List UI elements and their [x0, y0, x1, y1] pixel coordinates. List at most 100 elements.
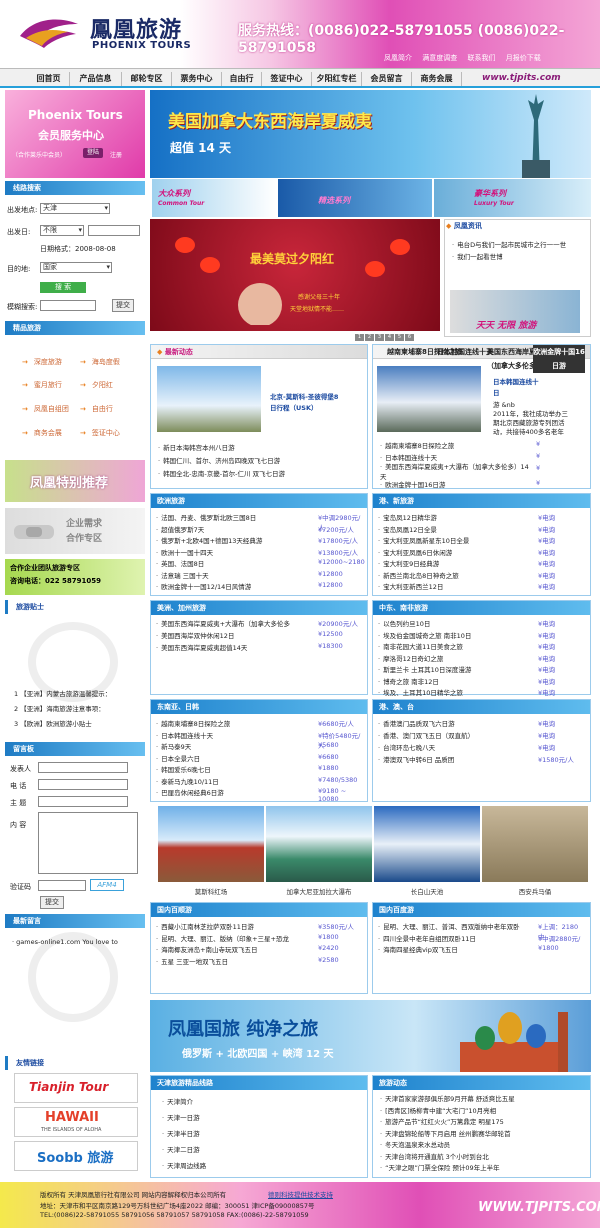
moscow-photo[interactable]: [157, 366, 261, 432]
series-luxury[interactable]: [434, 179, 591, 217]
domestic2-item[interactable]: 昆明、大理、丽江、普洱、西双版纳中老年双卧: [378, 921, 533, 931]
photo-changbai[interactable]: [374, 806, 480, 882]
top-link-about[interactable]: 凤凰简介: [384, 54, 412, 62]
china-item[interactable]: 斯里兰卡 土耳其10日深度漫游: [378, 664, 533, 674]
guest-name-input[interactable]: [38, 762, 128, 773]
sea-item[interactable]: 日本韩国连线十天: [156, 730, 316, 740]
europe-item[interactable]: 欧洲十一国十四天: [156, 547, 316, 557]
tip-item[interactable]: 3 【欧洲】欧洲旅游小贴士: [14, 718, 92, 728]
tour-link-business[interactable]: → 商务会展: [22, 428, 62, 438]
photo-red-square[interactable]: [158, 806, 264, 882]
fuzzy-search-input[interactable]: [40, 300, 96, 311]
dest-select[interactable]: 国家: [40, 262, 112, 273]
domestic2-item[interactable]: 四川全景中老年自组团双卧11日: [378, 933, 533, 943]
news2-item[interactable]: 旅游产品节“红红火火”万篱鼎定 明星175: [380, 1116, 585, 1126]
pager-2[interactable]: 2: [365, 334, 374, 341]
pager-4[interactable]: 4: [385, 334, 394, 341]
news2-item[interactable]: 天津台湾将开通直航 3个小时到台北: [380, 1151, 585, 1161]
europe-item[interactable]: 英国、法国8日: [156, 558, 316, 568]
tour-link-group[interactable]: → 凤凰自组团: [22, 404, 69, 414]
nav-business[interactable]: 商务会展: [412, 72, 462, 86]
tab-route-title[interactable]: 日本韩国连线十: [493, 376, 539, 386]
america-item[interactable]: 美国东西海岸夏威夷超值14天: [156, 642, 316, 652]
domestic-item[interactable]: 海南椰友洲岛+南山寺玩双飞五日: [156, 944, 316, 954]
news-item[interactable]: 电台D与我们一起市民城市之行一一世: [452, 239, 566, 249]
trends-photo-caption[interactable]: 北京-莫斯科-圣彼得堡8: [270, 391, 338, 401]
nav-products[interactable]: 产品信息: [70, 72, 122, 86]
tab-route-title-2[interactable]: 日: [493, 387, 500, 397]
domestic-item[interactable]: 昆明、大理、丽江、版纳（印象+三星+恐龙: [156, 933, 316, 943]
taiwan-item[interactable]: 宝大利亚凤凰新星东10日全景: [378, 535, 533, 545]
taiwan-item[interactable]: 宝岛凤凰12日全景: [378, 524, 533, 534]
latest-message[interactable]: · games-online1.com You love to: [12, 938, 118, 946]
tour-link-senior[interactable]: → 夕阳红: [80, 380, 113, 390]
tab-monthly-hot[interactable]: 日本韩国连线十天: [437, 345, 493, 359]
top-link-price[interactable]: 月报价下载: [506, 54, 541, 62]
search-button[interactable]: 搜 索: [40, 282, 86, 293]
tab-theme-routes[interactable]: 欧洲金牌十国16日游: [533, 345, 585, 373]
nav-free-travel[interactable]: 自由行: [222, 72, 262, 86]
news2-item[interactable]: “天津之眼”门票全保险 预计09年上半年: [380, 1162, 585, 1172]
photo-terracotta[interactable]: [482, 806, 588, 882]
tab-route-item[interactable]: 美国东西海岸夏威夷+大瀑布（加拿大多伦多）14天: [380, 461, 530, 481]
guest-submit-button[interactable]: 提交: [40, 896, 64, 909]
europe-item[interactable]: 法意瑞 三国十天: [156, 570, 316, 580]
nav-cruise[interactable]: 邮轮专区: [122, 72, 172, 86]
nav-senior[interactable]: 夕阳红专栏: [312, 72, 362, 86]
trends-item[interactable]: 韩国仁川、首尔、济州岛四晚双飞七日游: [158, 455, 280, 465]
guest-content-textarea[interactable]: [38, 812, 138, 874]
taiwan-item[interactable]: 宝大利亚凤凰6日休闲游: [378, 547, 533, 557]
fuji-photo[interactable]: [377, 366, 481, 432]
friend-link-tianjin[interactable]: Tianjin Tour: [14, 1073, 138, 1103]
hk-item[interactable]: 香港、澳门双飞五日（双直航）: [378, 730, 533, 740]
china-item[interactable]: 以色列约旦10日: [378, 618, 533, 628]
top-link-contact[interactable]: 联系我们: [467, 54, 495, 62]
nav-home[interactable]: 回首页: [28, 72, 70, 86]
nav-url[interactable]: www.tjpits.com: [482, 73, 561, 83]
america-item[interactable]: 美国西海岸双仲休闲12日: [156, 630, 316, 640]
domestic-item[interactable]: 西藏小江南林芝拉萨双卧11日游: [156, 921, 316, 931]
taiwan-item[interactable]: 新西兰南北岛8日神奇之旅: [378, 570, 533, 580]
china-item[interactable]: 南非花园大道11日美食之旅: [378, 641, 533, 651]
pager-1[interactable]: 1: [355, 334, 364, 341]
tab-route-item[interactable]: 越南柬埔寨8日探险之旅: [380, 440, 454, 450]
nav-tickets[interactable]: 票务中心: [172, 72, 222, 86]
news2-item[interactable]: 天津盘锦轮船等下月启用 丝州鹏赛华邮轮首: [380, 1128, 585, 1138]
tip-item[interactable]: 1 【亚洲】内蒙古旅游温馨提示：: [14, 688, 111, 698]
tour-link-free[interactable]: → 自由行: [80, 404, 113, 414]
top-link-survey[interactable]: 满意度调查: [422, 54, 457, 62]
news2-item[interactable]: 冬天泡温泉来水总动员: [380, 1139, 585, 1149]
china-item[interactable]: 埃及、土耳其10日精华之旅: [378, 687, 533, 697]
tianjin-item[interactable]: 天津半日游: [162, 1128, 362, 1138]
sea-item[interactable]: 新马泰9天: [156, 741, 316, 751]
photo-niagara[interactable]: [266, 806, 372, 882]
europe-item[interactable]: 俄罗斯+北欧4国+德国13天经典游: [156, 535, 316, 545]
america-item[interactable]: 美国东西海岸夏威夷+大瀑布（加拿大多伦多: [156, 618, 316, 628]
guest-tel-input[interactable]: [38, 779, 128, 790]
sea-item[interactable]: 越南柬埔寨8日探险之旅: [156, 718, 316, 728]
tianjin-item[interactable]: 天津一日游: [162, 1112, 362, 1122]
tour-link-visa[interactable]: → 签证中心: [80, 428, 120, 438]
pager-3[interactable]: 3: [375, 334, 384, 341]
europe-item[interactable]: 欧洲金牌十一国12/14日风情游: [156, 581, 316, 591]
trends-item[interactable]: 韩国全北-忠南-京畿-首尔-仁川 双飞七日游: [158, 468, 285, 478]
fuzzy-search-submit[interactable]: 提交: [112, 299, 134, 312]
footer-url[interactable]: WWW.TJPITS.COM: [478, 1200, 600, 1215]
tianjin-item[interactable]: 天津简介: [162, 1096, 362, 1106]
hk-item[interactable]: 香港澳门品质双飞六日游: [378, 718, 533, 728]
pager-5[interactable]: 5: [395, 334, 404, 341]
pager-6[interactable]: 6: [405, 334, 414, 341]
member-login-button[interactable]: 登陆: [83, 148, 103, 158]
domestic2-item[interactable]: 海南四星经典vip双飞五日: [378, 944, 533, 954]
tour-link-honeymoon[interactable]: → 蜜月旅行: [22, 380, 62, 390]
guest-code-input[interactable]: [38, 880, 86, 891]
friend-link-hawaii[interactable]: HAWAII THE ISLANDS OF ALOHA: [14, 1107, 138, 1137]
tianjin-item[interactable]: 天津二日游: [162, 1144, 362, 1154]
date-select[interactable]: 不限: [40, 225, 84, 236]
taiwan-item[interactable]: 宝大利亚新西兰12日: [378, 581, 533, 591]
domestic-item[interactable]: 五星 三亚一地双飞五日: [156, 956, 316, 966]
member-register-link[interactable]: 注册: [110, 150, 122, 159]
taiwan-item[interactable]: 宝岛凤12日精华游: [378, 512, 533, 522]
tip-item[interactable]: 2 【亚洲】海南旅游注意事项：: [14, 703, 105, 713]
tab-route-item[interactable]: 欧洲金牌十国16日游: [380, 479, 445, 489]
